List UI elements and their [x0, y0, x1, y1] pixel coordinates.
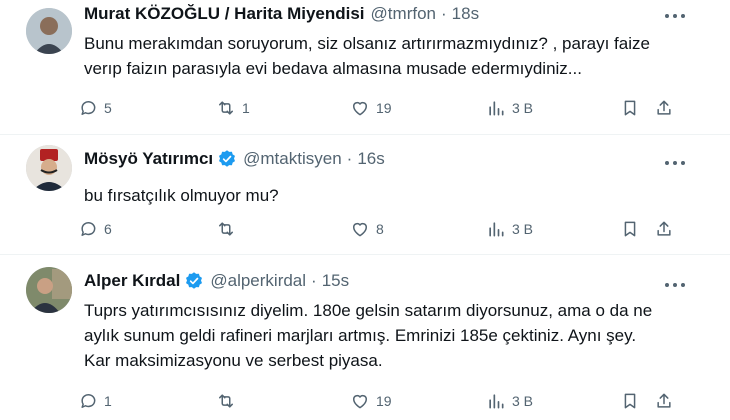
tweet-text-line: Kar maksimizasyonu ve serbest piyasa.: [84, 351, 383, 370]
retweet-button[interactable]: [216, 217, 242, 241]
views-icon: [489, 222, 504, 237]
like-icon: [353, 394, 367, 409]
views-button[interactable]: 3 B: [486, 96, 533, 120]
author-name[interactable]: Alper Kırdal: [84, 271, 180, 291]
tweet-header: Mösyö Yatırımcı @mtaktisyen · 16s: [84, 149, 385, 169]
views-count: 3 B: [512, 221, 534, 237]
tweet-text: bu fırsatçılık olmuyor mu?: [84, 183, 279, 208]
share-button[interactable]: [654, 96, 674, 120]
avatar[interactable]: [26, 8, 72, 54]
action-bar: 5 1 19 3 B: [78, 96, 678, 120]
more-icon[interactable]: [664, 12, 686, 20]
share-icon: [657, 393, 671, 408]
tweet-text: Tuprs yatırımcısısınız diyelim. 180e gel…: [84, 298, 652, 373]
author-handle[interactable]: @alperkirdal: [210, 271, 306, 291]
reply-icon: [81, 222, 96, 236]
timestamp[interactable]: 16s: [357, 149, 384, 169]
reply-count: 1: [104, 393, 112, 409]
views-button[interactable]: 3 B: [486, 217, 533, 241]
reply-button[interactable]: 5: [78, 96, 112, 120]
tweet-text-line: Tuprs yatırımcısısınız diyelim. 180e gel…: [84, 301, 653, 320]
bookmark-icon: [624, 100, 636, 116]
action-bar: 6 8 3 B: [78, 217, 678, 241]
tweet-3[interactable]: Alper Kırdal @alperkirdal · 15s Tuprs ya…: [0, 255, 730, 420]
reply-icon: [81, 394, 96, 408]
separator-dot: ·: [311, 271, 317, 290]
more-icon[interactable]: [664, 281, 686, 289]
views-count: 3 B: [512, 393, 534, 409]
share-button[interactable]: [654, 389, 674, 413]
tweet-header: Murat KÖZOĞLU / Harita Miyendisi @tmrfon…: [84, 4, 479, 24]
views-count: 3 B: [512, 100, 534, 116]
tweet-text-line: aylık sunum geldi rafineri marjları artm…: [84, 326, 637, 345]
author-handle[interactable]: @mtaktisyen: [243, 149, 342, 169]
tweet-text-line: Bunu merakımdan soruyorum, siz olsanız a…: [84, 34, 650, 53]
action-bar: 1 19 3 B: [78, 389, 678, 413]
tweet-text-line: bu fırsatçılık olmuyor mu?: [84, 186, 279, 205]
bookmark-icon: [624, 221, 636, 237]
like-button[interactable]: 19: [350, 389, 392, 413]
like-count: 8: [376, 221, 384, 237]
views-icon: [489, 101, 504, 116]
avatar[interactable]: [26, 267, 72, 313]
separator-dot: ·: [346, 149, 353, 168]
views-button[interactable]: 3 B: [486, 389, 533, 413]
reply-icon: [81, 101, 96, 115]
tweet-header: Alper Kırdal @alperkirdal · 15s: [84, 271, 349, 291]
tweet-2[interactable]: Mösyö Yatırımcı @mtaktisyen · 16s bu fır…: [0, 135, 730, 253]
bookmark-icon: [624, 393, 636, 409]
share-button[interactable]: [654, 217, 674, 241]
retweet-icon: [219, 394, 233, 408]
verified-badge-icon: [184, 271, 204, 291]
share-icon: [657, 100, 671, 115]
bookmark-button[interactable]: [620, 96, 640, 120]
more-icon[interactable]: [664, 159, 686, 167]
reply-button[interactable]: 1: [78, 389, 112, 413]
tweet-1[interactable]: Murat KÖZOĞLU / Harita Miyendisi @tmrfon…: [0, 0, 730, 132]
retweet-icon: [219, 222, 233, 236]
reply-button[interactable]: 6: [78, 217, 112, 241]
reply-count: 6: [104, 221, 112, 237]
bookmark-button[interactable]: [620, 389, 640, 413]
like-button[interactable]: 8: [350, 217, 384, 241]
separator-dot: ·: [440, 4, 447, 23]
like-button[interactable]: 19: [350, 96, 392, 120]
tweet-text: Bunu merakımdan soruyorum, siz olsanız a…: [84, 31, 650, 81]
timestamp[interactable]: 18s: [452, 4, 479, 24]
retweet-button[interactable]: [216, 389, 242, 413]
author-name[interactable]: Mösyö Yatırımcı: [84, 149, 213, 169]
timestamp[interactable]: 15s: [322, 271, 349, 291]
like-icon: [353, 222, 367, 237]
like-count: 19: [376, 393, 392, 409]
bookmark-button[interactable]: [620, 217, 640, 241]
retweet-icon: [219, 101, 233, 115]
retweet-count: 1: [242, 100, 250, 116]
author-handle[interactable]: @tmrfon: [371, 4, 436, 24]
views-icon: [489, 394, 504, 409]
like-icon: [353, 101, 367, 116]
reply-count: 5: [104, 100, 112, 116]
like-count: 19: [376, 100, 392, 116]
author-name[interactable]: Murat KÖZOĞLU / Harita Miyendisi: [84, 4, 365, 24]
retweet-button[interactable]: 1: [216, 96, 250, 120]
share-icon: [657, 221, 671, 236]
verified-badge-icon: [217, 149, 237, 169]
tweet-text-line: verıp faizın parasıyla evi bedava alması…: [84, 59, 582, 78]
avatar[interactable]: [26, 145, 72, 191]
